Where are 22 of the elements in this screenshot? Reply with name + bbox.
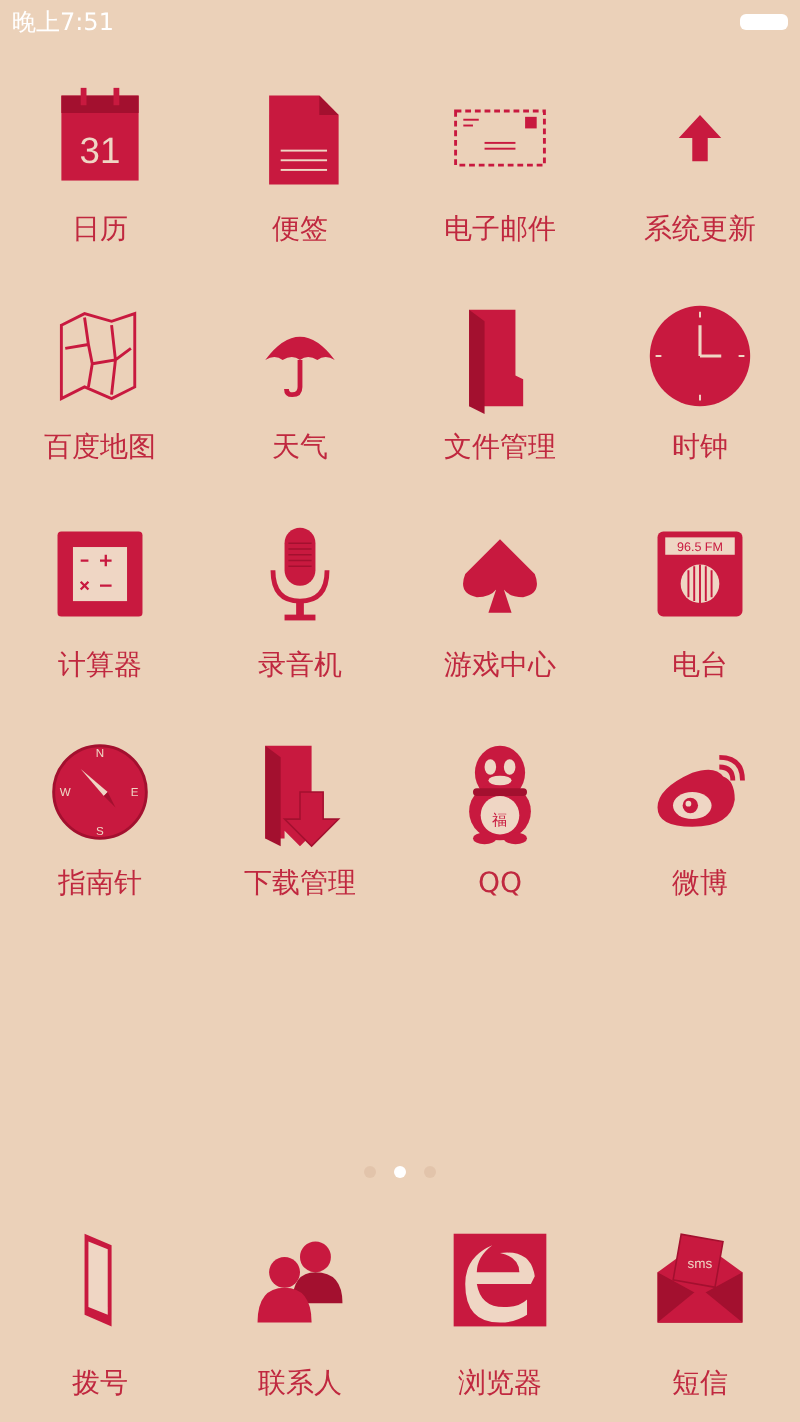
- app-label[interactable]: 时钟: [672, 434, 728, 462]
- app-label[interactable]: 指南针: [58, 870, 142, 898]
- app-label[interactable]: 游戏中心: [444, 652, 556, 680]
- app-label[interactable]: QQ: [477, 870, 523, 898]
- app-label[interactable]: 微博: [672, 870, 728, 898]
- app-label[interactable]: 日历: [72, 216, 128, 244]
- app-label[interactable]: 便签: [272, 216, 328, 244]
- app-label[interactable]: 百度地图: [44, 434, 156, 462]
- app-label[interactable]: 电台: [672, 652, 728, 680]
- battery-icon: [740, 14, 788, 30]
- app-label[interactable]: 系统更新: [644, 216, 756, 244]
- app-label[interactable]: 短信: [672, 1370, 728, 1398]
- status-time: 晚上7:51: [12, 6, 114, 40]
- app-label[interactable]: 计算器: [58, 652, 142, 680]
- app-label[interactable]: 浏览器: [458, 1370, 542, 1398]
- app-label[interactable]: 天气: [272, 434, 328, 462]
- app-label[interactable]: 下载管理: [244, 870, 356, 898]
- app-label[interactable]: 录音机: [258, 652, 342, 680]
- app-label[interactable]: 联系人: [258, 1370, 342, 1398]
- app-label[interactable]: 电子邮件: [444, 216, 556, 244]
- app-label[interactable]: 拨号: [72, 1370, 128, 1398]
- app-label[interactable]: 文件管理: [444, 434, 556, 462]
